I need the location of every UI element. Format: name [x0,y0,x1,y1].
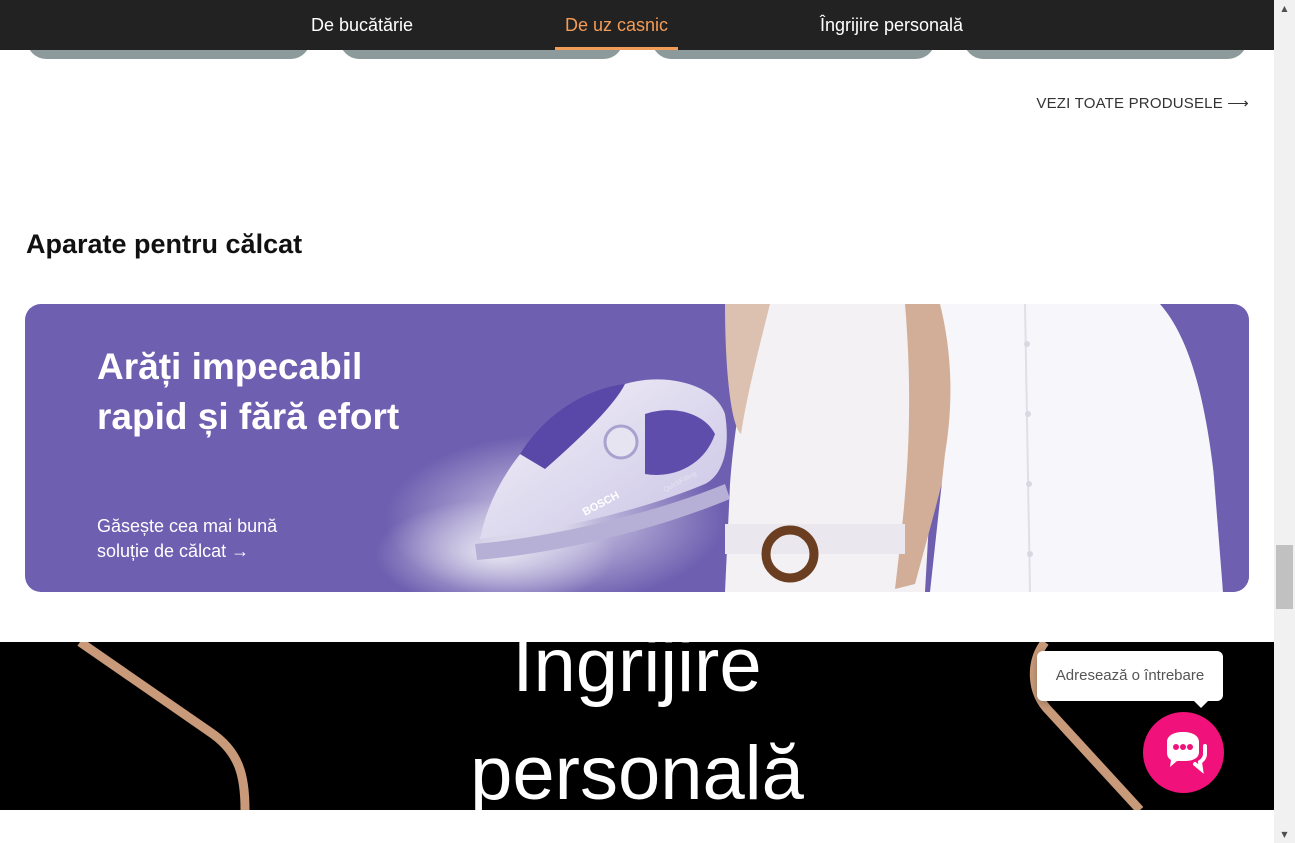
page-viewport: De bucătărie De uz casnic Îngrijire pers… [0,0,1274,843]
vertical-scrollbar[interactable]: ▲ ▼ [1274,0,1295,843]
chat-launcher-button[interactable] [1143,712,1224,793]
banner-headline-line1: Arăți impecabil [97,346,363,387]
ironing-promo-banner[interactable]: BOSCH QuickFilling Arăți impecabil rapid… [25,304,1249,592]
banner-headline-line2: rapid și fără efort [97,396,400,437]
chat-question-prompt[interactable]: Adresează o întrebare [1037,651,1223,708]
tab-label: De uz casnic [564,15,669,35]
banner-cta-link[interactable]: Găsește cea mai bună soluție de călcat → [97,514,317,564]
tab-label: De bucătărie [310,15,414,35]
personal-care-title-line1: Îngrijire [512,642,762,708]
see-all-products-link[interactable]: VEZI TOATE PRODUSELE ⟶ [1036,94,1249,112]
scroll-up-arrow-icon[interactable]: ▲ [1274,0,1295,17]
tab-de-uz-casnic[interactable]: De uz casnic [555,0,678,50]
personal-care-title-line2: personală [470,731,804,810]
tab-label: Îngrijire personală [819,15,964,35]
banner-cta-line2: soluție de călcat → [97,541,250,561]
section-title: Aparate pentru călcat [26,229,303,259]
tab-de-bucatarie[interactable]: De bucătărie [296,0,428,50]
banner-cta-line1: Găsește cea mai bună [97,516,278,536]
man-shirt [930,304,1223,592]
scrollbar-thumb[interactable] [1276,545,1293,609]
scroll-down-arrow-icon[interactable]: ▼ [1274,826,1295,843]
page-background [0,810,1274,843]
iron-dial [603,424,639,460]
active-tab-indicator [555,47,678,50]
tab-ingrijire-personala[interactable]: Îngrijire personală [806,0,977,50]
chat-icon [1167,732,1207,774]
banner-headline: Arăți impecabil rapid și fără efort [97,342,457,442]
category-tab-bar: De bucătărie De uz casnic Îngrijire pers… [0,0,1274,50]
